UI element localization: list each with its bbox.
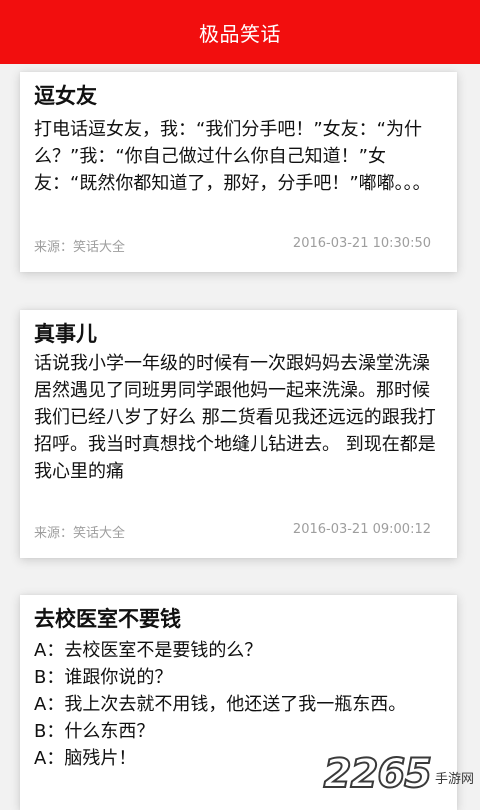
joke-source: 来源：笑话大全 — [34, 240, 126, 255]
joke-line: B：什么东西？ — [34, 721, 155, 742]
joke-time: 2016-03-21 09:00:12 — [292, 522, 431, 537]
watermark-text: 手游网 — [434, 772, 474, 787]
watermark-number: 2265 — [323, 751, 433, 797]
joke-text: 话说我小学一年级的时候有一次跟妈妈去澡堂洗澡 居然遇见了同班男同学跟他妈一起来洗… — [34, 353, 436, 482]
joke-body: 打电话逗女友，我：“我们分手吧！”女友：“为什么？”我：“你自己做过什么你自己知… — [34, 116, 445, 197]
joke-meta: 来源：笑话大全 2016-03-21 10:30:50 — [34, 236, 431, 255]
joke-line: A：去校医室不是要钱的么？ — [34, 640, 263, 661]
joke-source: 来源：笑话大全 — [34, 526, 126, 541]
joke-body: 话说我小学一年级的时候有一次跟妈妈去澡堂洗澡 居然遇见了同班男同学跟他妈一起来洗… — [34, 350, 445, 485]
joke-card[interactable]: 逗女友 打电话逗女友，我：“我们分手吧！”女友：“为什么？”我：“你自己做过什么… — [20, 72, 457, 272]
joke-time: 2016-03-21 10:30:50 — [292, 236, 431, 251]
joke-line: B：谁跟你说的？ — [34, 667, 173, 688]
joke-line: A：我上次去就不用钱，他还送了我一瓶东西。 — [34, 694, 407, 715]
app-bar: 极品笑话 — [0, 0, 480, 64]
joke-title: 逗女友 — [34, 84, 97, 108]
watermark-logo: 2265 手游网 — [323, 751, 474, 797]
joke-text: 打电话逗女友，我：“我们分手吧！”女友：“为什么？”我：“你自己做过什么你自己知… — [34, 119, 431, 194]
app-title: 极品笑话 — [199, 21, 281, 46]
joke-card[interactable]: 真事儿 话说我小学一年级的时候有一次跟妈妈去澡堂洗澡 居然遇见了同班男同学跟他妈… — [20, 310, 457, 558]
joke-title: 真事儿 — [34, 322, 97, 346]
joke-title: 去校医室不要钱 — [34, 607, 181, 631]
joke-meta: 来源：笑话大全 2016-03-21 09:00:12 — [34, 522, 431, 541]
